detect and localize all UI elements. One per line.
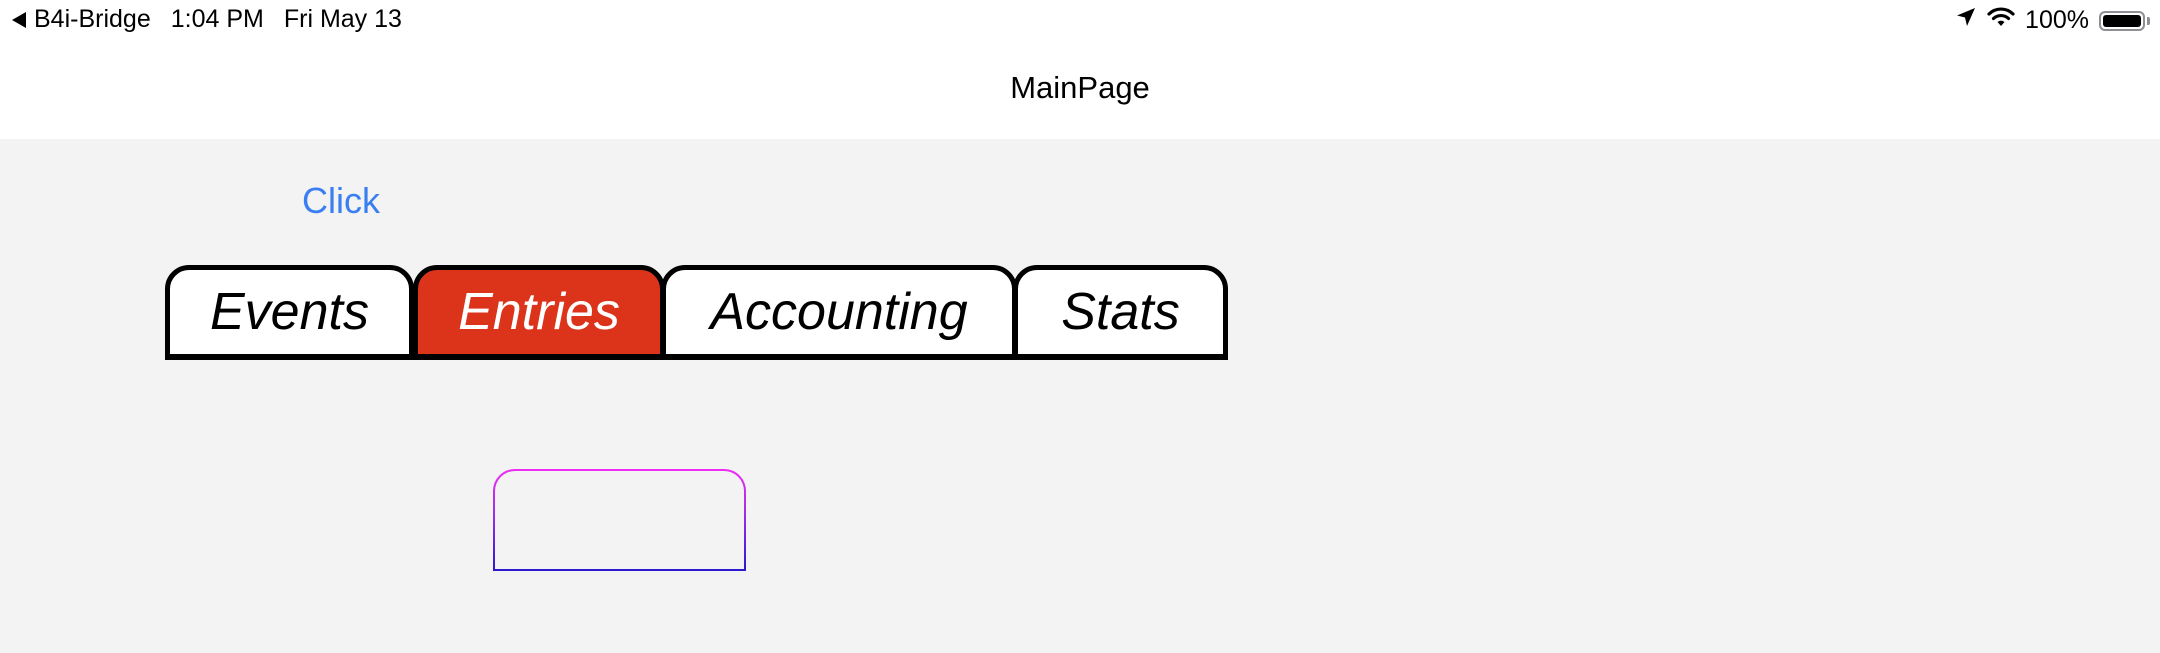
back-app-label[interactable]: B4i-Bridge (34, 5, 151, 34)
status-right: 100% (1955, 6, 2150, 35)
click-link[interactable]: Click (302, 180, 380, 222)
battery-fill (2103, 14, 2141, 27)
page-title: MainPage (1010, 70, 1150, 105)
status-date: Fri May 13 (283, 5, 402, 33)
navigation-bar: MainPage (0, 42, 2160, 139)
status-time: 1:04 PM (170, 5, 264, 33)
location-arrow-icon (1955, 6, 1977, 35)
gradient-panel[interactable] (493, 469, 746, 571)
main-content: Click Events Entries Accounting Stats (0, 139, 2160, 653)
tab-stats[interactable]: Stats (1013, 265, 1228, 359)
wifi-icon (1987, 6, 2015, 35)
battery-percent: 100% (2025, 6, 2089, 34)
status-left: B4i-Bridge 1:04 PM Fri May 13 (12, 5, 402, 34)
tab-accounting[interactable]: Accounting (661, 265, 1017, 359)
tab-entries[interactable]: Entries (413, 265, 665, 359)
back-arrow-icon[interactable] (12, 11, 26, 28)
battery-nub (2147, 16, 2150, 25)
battery-body (2099, 10, 2145, 31)
tab-events[interactable]: Events (165, 265, 414, 359)
status-bar: B4i-Bridge 1:04 PM Fri May 13 100% (0, 0, 2160, 42)
battery-icon (2099, 10, 2150, 31)
tab-baseline (165, 355, 1228, 360)
